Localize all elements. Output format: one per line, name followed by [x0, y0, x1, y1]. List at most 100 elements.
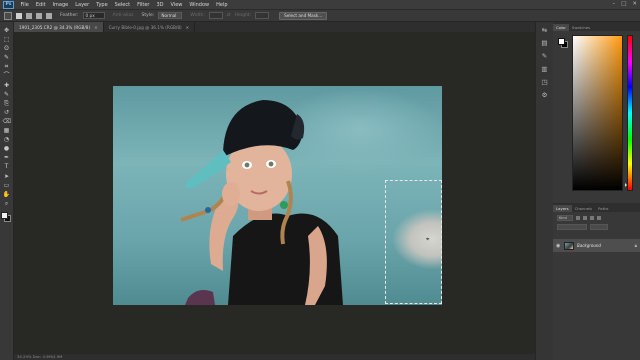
foreground-color-swatch[interactable] — [1, 211, 8, 219]
filter-type-icon[interactable] — [590, 216, 594, 220]
status-bar: 34.29% Doc: 4.9M/4.9M — [14, 354, 535, 360]
layer-filter-select[interactable]: Kind — [557, 215, 573, 221]
tab-swatches[interactable]: Swatches — [569, 24, 593, 31]
close-icon[interactable]: ✕ — [94, 25, 98, 30]
window-controls: – □ ✕ — [612, 1, 637, 7]
hue-slider-handle[interactable] — [625, 183, 627, 187]
menu-filter[interactable]: Filter — [134, 2, 153, 8]
pen-tool-icon[interactable]: ✒ — [3, 155, 11, 162]
lock-icon: 🔒︎ — [634, 243, 637, 249]
minimize-icon[interactable]: – — [612, 1, 615, 7]
tab-paths[interactable]: Paths — [595, 205, 611, 212]
tab-label: 1901_2305.CR2 @ 34.3% (RGB/8) — [19, 24, 91, 30]
history-panel-icon[interactable]: ▤ — [541, 39, 549, 47]
menu-layer[interactable]: Layer — [72, 2, 93, 8]
menu-type[interactable]: Type — [93, 2, 111, 8]
clone-stamp-tool-icon[interactable]: ⎘ — [3, 100, 11, 108]
add-selection-icon[interactable] — [26, 12, 32, 19]
layer-row-background[interactable]: ◉ Background 🔒︎ — [553, 239, 640, 252]
height-input[interactable] — [255, 12, 270, 19]
panel-dock-strip: ⇆ ▤ ✎ ▥ ◳ ⚙ — [535, 22, 553, 360]
eyedropper-tool-icon[interactable]: ⌒ — [3, 73, 11, 80]
visibility-eye-icon[interactable]: ◉ — [556, 243, 561, 249]
crop-tool-icon[interactable]: ⌗ — [3, 64, 11, 71]
hue-slider[interactable] — [627, 35, 633, 191]
feather-label: Feather: — [60, 13, 79, 18]
marquee-selection[interactable] — [385, 180, 442, 304]
new-selection-icon[interactable] — [16, 12, 22, 19]
panels-column: Color Swatches Layers Channels Paths Kin… — [553, 22, 640, 360]
properties-panel-icon[interactable]: ▥ — [541, 65, 549, 73]
gradient-tool-icon[interactable]: ▦ — [3, 128, 11, 135]
subtract-selection-icon[interactable] — [36, 12, 42, 19]
dodge-tool-icon[interactable]: ● — [3, 146, 11, 153]
shape-tool-icon[interactable]: ▭ — [3, 182, 11, 190]
width-input[interactable] — [208, 12, 223, 19]
tab-layers[interactable]: Layers — [553, 205, 572, 212]
history-brush-tool-icon[interactable]: ↺ — [3, 109, 11, 117]
quick-select-tool-icon[interactable]: ✎ — [3, 55, 11, 62]
menu-edit[interactable]: Edit — [32, 2, 49, 8]
antialias-checkbox[interactable]: Anti-alias — [113, 13, 134, 18]
collapse-panels-icon[interactable]: ⇆ — [541, 26, 549, 34]
color-panel-tabs: Color Swatches — [553, 22, 640, 31]
opacity-input[interactable] — [590, 224, 608, 230]
swap-icon[interactable]: ⇄ — [227, 13, 231, 18]
marquee-tool-icon[interactable]: ⬚ — [3, 37, 11, 44]
color-panel — [553, 31, 640, 203]
path-select-tool-icon[interactable]: ➤ — [3, 173, 11, 181]
layer-name: Background — [577, 243, 601, 248]
color-picker-field[interactable] — [572, 35, 623, 191]
blend-mode-select[interactable] — [557, 224, 587, 230]
pointer-cursor-icon: ⌖ — [426, 236, 430, 243]
zoom-tool-icon[interactable]: ⌕ — [3, 200, 11, 208]
tab-document-2[interactable]: Curry Bible-0.jpg @ 36.1% (RGB/8) ✕ — [104, 22, 196, 32]
style-select[interactable]: Normal — [158, 12, 183, 19]
close-icon[interactable]: ✕ — [186, 25, 190, 30]
intersect-selection-icon[interactable] — [46, 12, 52, 19]
feather-input[interactable]: 0 px — [82, 12, 105, 19]
filter-shape-icon[interactable] — [597, 216, 601, 220]
style-label: Style: — [141, 13, 155, 18]
select-and-mask-button[interactable]: Select and Mask... — [279, 11, 328, 20]
close-icon[interactable]: ✕ — [632, 1, 637, 7]
menu-image[interactable]: Image — [49, 2, 72, 8]
maximize-icon[interactable]: □ — [621, 1, 626, 7]
menu-3d[interactable]: 3D — [153, 2, 167, 8]
eraser-tool-icon[interactable]: ⌫ — [3, 118, 11, 126]
menu-help[interactable]: Help — [213, 2, 231, 8]
color-swatches[interactable] — [1, 211, 12, 223]
blur-tool-icon[interactable]: ◔ — [3, 137, 11, 144]
menu-window[interactable]: Window — [186, 2, 213, 8]
healing-tool-icon[interactable]: ✚ — [3, 82, 11, 90]
photoshop-logo: Ps — [3, 0, 14, 9]
type-tool-icon[interactable]: T — [3, 164, 11, 171]
canvas-area[interactable]: ⌖ — [14, 32, 535, 354]
document-tabs: 1901_2305.CR2 @ 34.3% (RGB/8) ✕ Curry Bi… — [14, 22, 535, 32]
height-label: Height: — [234, 13, 252, 18]
lasso-tool-icon[interactable]: ʘ — [3, 46, 11, 53]
foreground-color-swatch[interactable] — [558, 38, 565, 45]
brush-panel-icon[interactable]: ✎ — [541, 52, 549, 60]
menu-file[interactable]: File — [17, 2, 32, 8]
adjustments-panel-icon[interactable]: ◳ — [541, 78, 549, 86]
filter-pixel-icon[interactable] — [576, 216, 580, 220]
layers-toolbar: Kind — [553, 212, 640, 236]
move-tool-icon[interactable]: ✥ — [3, 27, 11, 35]
menu-bar: Ps File Edit Image Layer Type Select Fil… — [0, 0, 640, 9]
marquee-preset-icon[interactable] — [4, 11, 12, 20]
hand-tool-icon[interactable]: ✋ — [3, 191, 11, 199]
menu-view[interactable]: View — [167, 2, 186, 8]
tab-label: Curry Bible-0.jpg @ 36.1% (RGB/8) — [108, 24, 182, 30]
tools-panel: ✥ ⬚ ʘ ✎ ⌗ ⌒ ✚ ✎ ⎘ ↺ ⌫ ▦ ◔ ● ✒ T ➤ ▭ ✋ ⌕ — [0, 22, 14, 360]
settings-icon[interactable]: ⚙ — [541, 91, 549, 99]
tab-document-1[interactable]: 1901_2305.CR2 @ 34.3% (RGB/8) ✕ — [14, 22, 104, 32]
options-bar: Feather: 0 px Anti-alias Style: Normal W… — [0, 9, 640, 22]
tab-color[interactable]: Color — [553, 24, 569, 31]
filter-adjust-icon[interactable] — [583, 216, 587, 220]
layer-thumbnail — [564, 241, 574, 250]
width-label: Width: — [190, 13, 205, 18]
menu-select[interactable]: Select — [111, 2, 133, 8]
brush-tool-icon[interactable]: ✎ — [3, 91, 11, 99]
tab-channels[interactable]: Channels — [572, 205, 596, 212]
